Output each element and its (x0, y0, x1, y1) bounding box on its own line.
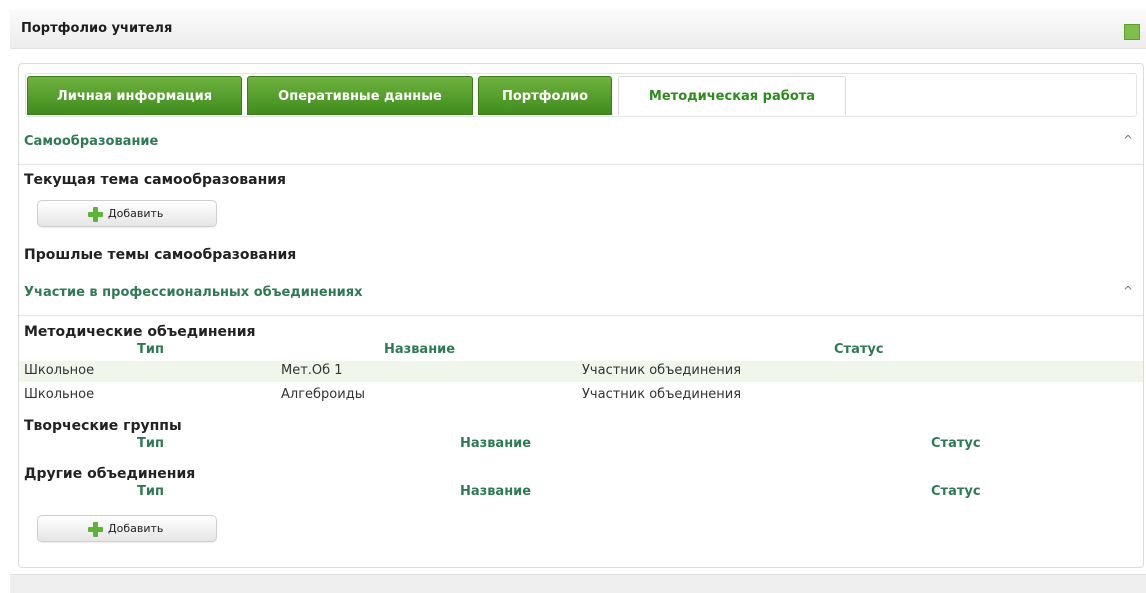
cell-type: Школьное (24, 387, 95, 402)
cell-status: Участник объединения (582, 363, 742, 378)
window-titlebar: Портфолио учителя (10, 10, 1146, 49)
column-header-status: Статус (931, 484, 981, 499)
column-header-type: Тип (137, 484, 164, 499)
column-header-status: Статус (931, 436, 981, 451)
section-professional-title[interactable]: Участие в профессиональных объединениях (24, 285, 363, 300)
add-button-label: Добавить (108, 207, 164, 220)
status-square-icon[interactable] (1124, 24, 1140, 40)
current-topic-label: Текущая тема самообразования (24, 172, 287, 188)
plus-icon (88, 522, 103, 537)
collapse-icon[interactable]: ^ (1123, 284, 1133, 298)
cell-type: Школьное (24, 363, 95, 378)
cell-name: Мет.Об 1 (281, 363, 343, 378)
cell-name: Алгеброиды (281, 387, 365, 402)
methodical-associations-label: Методические объединения (24, 324, 256, 340)
page-title: Портфолио учителя (21, 21, 173, 36)
page-footer (10, 574, 1146, 593)
cell-status: Участник объединения (582, 387, 742, 402)
add-button-label: Добавить (108, 522, 164, 535)
other-associations-label: Другие объединения (24, 466, 196, 482)
tab-operational-data[interactable]: Оперативные данные (247, 76, 473, 115)
table-row[interactable]: Школьное Алгеброиды Участник объединения (19, 385, 1143, 406)
portfolio-panel: Личная информация Оперативные данные Пор… (18, 63, 1144, 568)
section-self-education-header[interactable]: Самообразование ^ (19, 121, 1143, 165)
section-professional-header[interactable]: Участие в профессиональных объединениях … (19, 272, 1143, 316)
past-topics-label: Прошлые темы самообразования (24, 247, 297, 263)
column-header-type: Тип (137, 436, 164, 451)
table-row[interactable]: Школьное Мет.Об 1 Участник объединения (19, 361, 1143, 382)
tab-methodical-work[interactable]: Методическая работа (618, 76, 846, 115)
plus-icon (88, 207, 103, 222)
tab-portfolio[interactable]: Портфолио (478, 76, 612, 115)
section-self-education-title[interactable]: Самообразование (24, 134, 158, 149)
tab-personal-info[interactable]: Личная информация (27, 76, 242, 115)
column-header-type: Тип (137, 342, 164, 357)
add-topic-button[interactable]: Добавить (37, 200, 217, 227)
column-header-name: Название (460, 436, 532, 451)
column-header-status: Статус (834, 342, 884, 357)
creative-groups-label: Творческие группы (24, 418, 182, 434)
collapse-icon[interactable]: ^ (1123, 133, 1133, 147)
tab-bar: Личная информация Оперативные данные Пор… (25, 73, 1137, 117)
column-header-name: Название (460, 484, 532, 499)
column-header-name: Название (384, 342, 456, 357)
add-association-button[interactable]: Добавить (37, 515, 217, 542)
